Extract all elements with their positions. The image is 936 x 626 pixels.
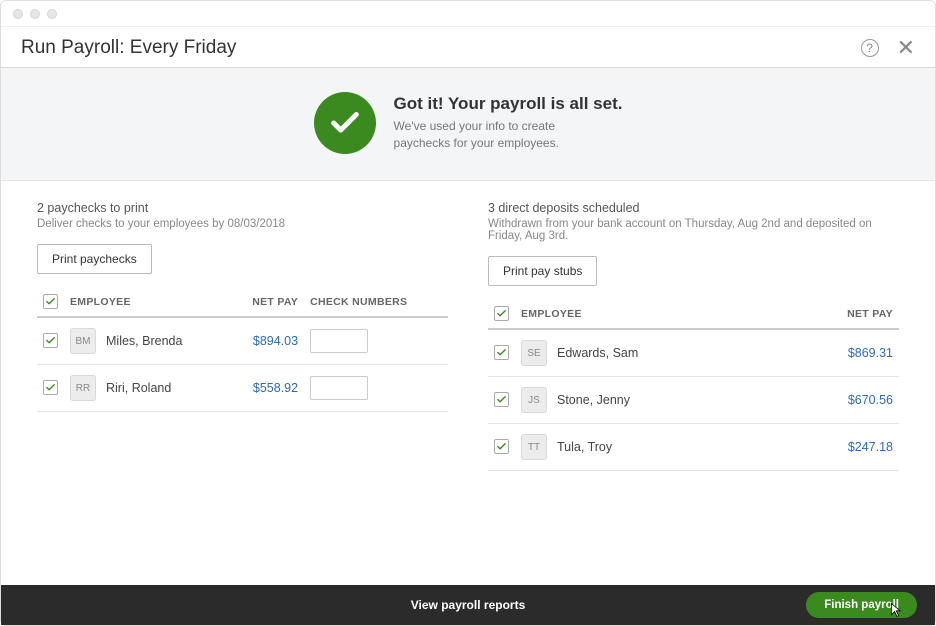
employee-name: Riri, Roland: [106, 381, 171, 395]
window-chrome: [1, 1, 935, 27]
table-row: BM Miles, Brenda $894.03: [37, 317, 448, 365]
net-pay[interactable]: $558.92: [253, 381, 298, 395]
row-checkbox[interactable]: [43, 380, 58, 395]
footer-bar: View payroll reports Finish payroll: [1, 585, 935, 625]
employee-name: Stone, Jenny: [557, 393, 630, 407]
close-icon[interactable]: ✕: [897, 37, 915, 59]
chrome-dot: [30, 9, 40, 19]
paychecks-section: 2 paychecks to print Deliver checks to y…: [37, 201, 448, 575]
employee-name: Tula, Troy: [557, 440, 612, 454]
page-title: Run Payroll: Every Friday: [21, 37, 236, 59]
hero-banner: Got it! Your payroll is all set. We've u…: [1, 68, 935, 181]
deposits-sub: Withdrawn from your bank account on Thur…: [488, 218, 899, 242]
check-number-input[interactable]: [310, 376, 368, 400]
table-row: RR Riri, Roland $558.92: [37, 365, 448, 412]
chrome-dot: [47, 9, 57, 19]
employee-name: Miles, Brenda: [106, 334, 182, 348]
titlebar: Run Payroll: Every Friday ? ✕: [1, 27, 935, 68]
deposits-section: 3 direct deposits scheduled Withdrawn fr…: [488, 201, 899, 575]
print-paychecks-button[interactable]: Print paychecks: [37, 244, 152, 274]
avatar: JS: [521, 387, 547, 413]
check-number-input[interactable]: [310, 329, 368, 353]
deposits-heading: 3 direct deposits scheduled: [488, 201, 899, 215]
table-row: SE Edwards, Sam $869.31: [488, 329, 899, 377]
col-employee: EMPLOYEE: [515, 300, 780, 329]
table-row: JS Stone, Jenny $670.56: [488, 377, 899, 424]
hero-subtitle: We've used your info to create paychecks…: [394, 118, 594, 152]
net-pay[interactable]: $670.56: [848, 393, 893, 407]
employee-name: Edwards, Sam: [557, 346, 638, 360]
finish-payroll-button[interactable]: Finish payroll: [806, 592, 917, 618]
chrome-dot: [13, 9, 23, 19]
paychecks-sub: Deliver checks to your employees by 08/0…: [37, 218, 448, 230]
select-all-checkbox[interactable]: [494, 306, 509, 321]
net-pay[interactable]: $869.31: [848, 346, 893, 360]
print-pay-stubs-button[interactable]: Print pay stubs: [488, 256, 597, 286]
deposits-table: EMPLOYEE NET PAY SE Edwards, Sam $869.31 JS…: [488, 300, 899, 471]
col-net-pay: NET PAY: [228, 288, 304, 317]
row-checkbox[interactable]: [494, 392, 509, 407]
col-employee: EMPLOYEE: [64, 288, 228, 317]
success-check-icon: [314, 92, 376, 154]
main-content: 2 paychecks to print Deliver checks to y…: [1, 181, 935, 585]
paychecks-heading: 2 paychecks to print: [37, 201, 448, 215]
avatar: RR: [70, 375, 96, 401]
view-reports-link[interactable]: View payroll reports: [411, 598, 526, 612]
row-checkbox[interactable]: [43, 333, 58, 348]
avatar: BM: [70, 328, 96, 354]
avatar: TT: [521, 434, 547, 460]
select-all-checkbox[interactable]: [43, 294, 58, 309]
table-row: TT Tula, Troy $247.18: [488, 424, 899, 471]
help-icon[interactable]: ?: [861, 39, 879, 57]
col-check-numbers: CHECK NUMBERS: [304, 288, 448, 317]
avatar: SE: [521, 340, 547, 366]
row-checkbox[interactable]: [494, 345, 509, 360]
hero-title: Got it! Your payroll is all set.: [394, 94, 623, 114]
net-pay[interactable]: $894.03: [253, 334, 298, 348]
row-checkbox[interactable]: [494, 439, 509, 454]
paychecks-table: EMPLOYEE NET PAY CHECK NUMBERS BM Miles, …: [37, 288, 448, 412]
col-net-pay: NET PAY: [780, 300, 899, 329]
net-pay[interactable]: $247.18: [848, 440, 893, 454]
